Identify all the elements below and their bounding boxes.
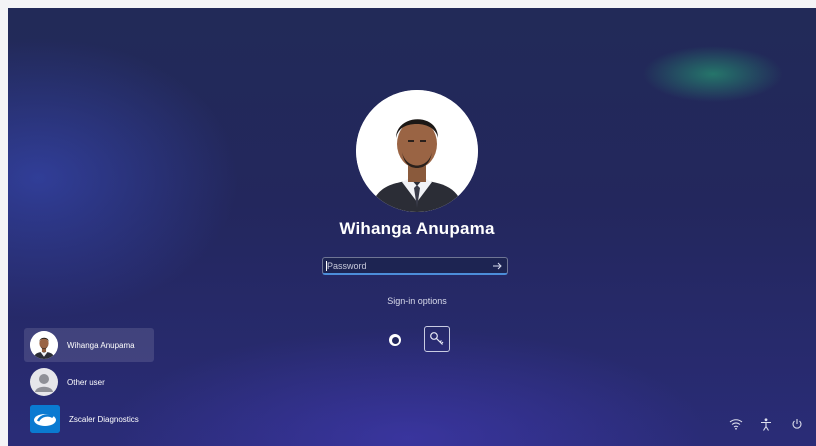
user-avatar: [356, 90, 478, 212]
submit-button[interactable]: [487, 258, 507, 273]
wifi-icon: [729, 419, 743, 430]
user-item-label: Zscaler Diagnostics: [69, 414, 139, 424]
user-name: Wihanga Anupama: [339, 219, 495, 238]
password-input[interactable]: [323, 258, 487, 273]
pin-option-button[interactable]: [389, 334, 401, 346]
sign-in-options-link[interactable]: Sign-in options: [338, 296, 496, 306]
generic-user-icon: [30, 368, 58, 396]
arrow-right-icon: [493, 262, 502, 269]
user-item-label: Other user: [67, 377, 105, 387]
power-icon: [792, 419, 802, 429]
user-item-label: Wihanga Anupama: [67, 340, 135, 350]
accessibility-icon: [761, 418, 771, 431]
user-item-other-user[interactable]: Other user: [24, 365, 154, 399]
user-photo-icon: [30, 331, 58, 359]
password-box[interactable]: [322, 257, 508, 275]
user-item-zscaler-diagnostics[interactable]: Zscaler Diagnostics: [24, 402, 154, 436]
pin-icon: [391, 336, 399, 344]
accessibility-button[interactable]: [760, 418, 772, 431]
user-switcher-list: Wihanga Anupama Other user Zscaler Diagn…: [24, 328, 154, 439]
lock-screen: Wihanga Anupama Sign-in options Wihanga …: [8, 8, 816, 446]
password-option-button[interactable]: [424, 326, 450, 352]
user-photo-icon: [356, 90, 478, 212]
power-button[interactable]: [791, 418, 803, 430]
zscaler-logo-icon: [30, 405, 60, 433]
user-item-wihanga[interactable]: Wihanga Anupama: [24, 328, 154, 362]
text-caret: [326, 261, 327, 271]
key-icon: [430, 332, 444, 345]
wifi-button[interactable]: [729, 418, 743, 430]
